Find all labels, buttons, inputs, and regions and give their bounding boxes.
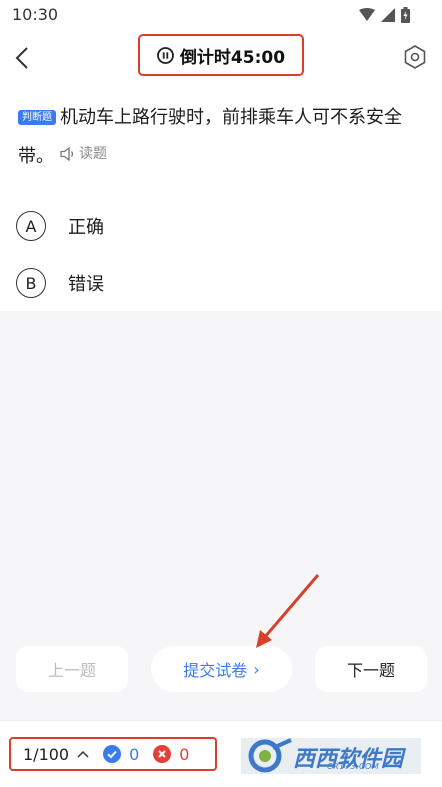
question-progress: 1/100 [23,744,70,764]
option-text: 正确 [68,217,104,238]
chevron-right-icon: › [253,659,260,679]
question-area: 判断题 机动车上路行驶时，前排乘车人可不系安全带。 读题 A 正确 B 错误 [0,86,442,311]
option-b[interactable]: B 错误 [16,263,416,303]
question-stem: 判断题 机动车上路行驶时，前排乘车人可不系安全带。 读题 [18,100,422,175]
submit-exam-button[interactable]: 提交试卷 › [151,646,292,692]
watermark-emblem-icon [248,738,292,773]
question-type-badge: 判断题 [18,110,56,125]
hexagon-settings-icon [404,45,426,69]
wrong-stat: 0 [153,745,189,764]
option-text: 错误 [68,274,104,295]
watermark-subtext: CR173.COM [327,762,380,771]
settings-button[interactable] [402,44,428,70]
read-question-label: 读题 [79,146,107,162]
x-circle-icon [153,745,172,763]
battery-icon [401,7,410,23]
cellular-icon [381,8,395,22]
back-button[interactable] [8,42,36,74]
correct-stat: 0 [103,745,139,764]
status-time: 10:30 [12,5,59,24]
pause-icon [157,46,174,64]
status-bar: 10:30 [0,0,442,30]
status-icons [359,6,410,24]
correct-count: 0 [129,744,140,764]
answer-sheet-toggle[interactable]: 1/100 0 0 [9,737,217,771]
next-question-button[interactable]: 下一题 [315,646,427,692]
watermark-logo: 西西软件园 CR173.COM [241,738,421,774]
signal-icon [359,8,375,21]
header: 倒计时45:00 [0,30,442,86]
option-letter: B [16,268,46,298]
timer-text: 倒计时45:00 [179,47,286,68]
submit-exam-label: 提交试卷 [183,661,248,680]
check-circle-icon [103,745,122,763]
option-a[interactable]: A 正确 [16,206,416,246]
prev-question-button[interactable]: 上一题 [16,646,128,692]
countdown-timer[interactable]: 倒计时45:00 [138,34,304,76]
speaker-icon [60,147,74,161]
chevron-left-icon [15,47,28,69]
option-letter: A [16,211,46,241]
wrong-count: 0 [179,744,190,764]
read-question-button[interactable]: 读题 [60,136,107,172]
chevron-up-icon [77,750,89,758]
